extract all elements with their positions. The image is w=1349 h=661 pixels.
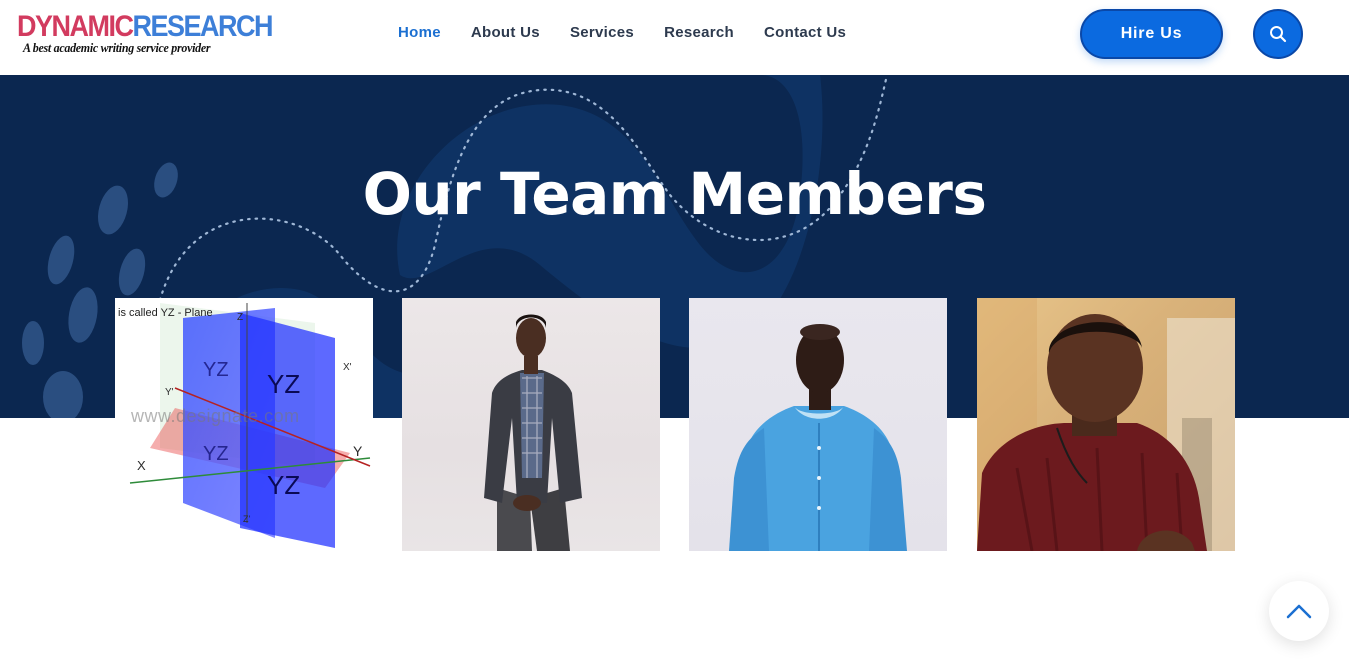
team-member-photo-2 xyxy=(484,314,582,551)
svg-text:YZ: YZ xyxy=(203,359,229,381)
svg-text:Z: Z xyxy=(237,312,243,323)
svg-text:Y: Y xyxy=(353,443,363,459)
section-title: Our Team Members xyxy=(362,160,987,228)
diagram-caption: is called YZ - Plane xyxy=(118,307,213,319)
nav-item-home[interactable]: Home xyxy=(398,24,441,41)
site-logo[interactable]: DYNAMICRESEARCH A best academic writing … xyxy=(17,10,274,62)
team-member-card-2[interactable] xyxy=(402,298,660,551)
team-member-photo-3 xyxy=(729,324,907,551)
logo-text-dynamic: DYNAMIC xyxy=(17,10,134,43)
logo-wordmark: DYNAMICRESEARCH xyxy=(17,10,274,43)
site-header: DYNAMICRESEARCH A best academic writing … xyxy=(0,0,1349,75)
svg-text:X': X' xyxy=(343,362,352,373)
chevron-up-icon xyxy=(1286,604,1312,619)
search-icon xyxy=(1270,26,1287,43)
logo-text-research: RESEARCH xyxy=(132,10,274,43)
team-member-photo-4 xyxy=(977,298,1235,551)
hire-us-button[interactable]: Hire Us xyxy=(1080,9,1223,59)
search-button[interactable] xyxy=(1253,9,1303,59)
scroll-to-top-button[interactable] xyxy=(1269,581,1329,641)
svg-text:YZ: YZ xyxy=(267,470,300,500)
nav-item-about-us[interactable]: About Us xyxy=(471,24,540,41)
svg-text:YZ: YZ xyxy=(203,443,229,465)
main-nav: Home About Us Services Research Contact … xyxy=(398,24,876,41)
svg-text:YZ: YZ xyxy=(267,369,300,399)
svg-text:X: X xyxy=(137,458,146,473)
team-member-card-4[interactable] xyxy=(977,298,1235,551)
logo-tagline: A best academic writing service provider xyxy=(23,40,211,55)
team-member-card-1[interactable]: YZ YZ YZ YZ Z Y X Y' X' Z' is called YZ … xyxy=(115,298,373,551)
nav-item-services[interactable]: Services xyxy=(570,24,634,41)
svg-text:Y': Y' xyxy=(165,387,174,398)
svg-text:Z': Z' xyxy=(243,514,250,524)
nav-item-research[interactable]: Research xyxy=(664,24,734,41)
team-member-card-3[interactable] xyxy=(689,298,947,551)
diagram-watermark: www.designate.com xyxy=(131,406,300,426)
nav-item-contact-us[interactable]: Contact Us xyxy=(764,24,846,41)
